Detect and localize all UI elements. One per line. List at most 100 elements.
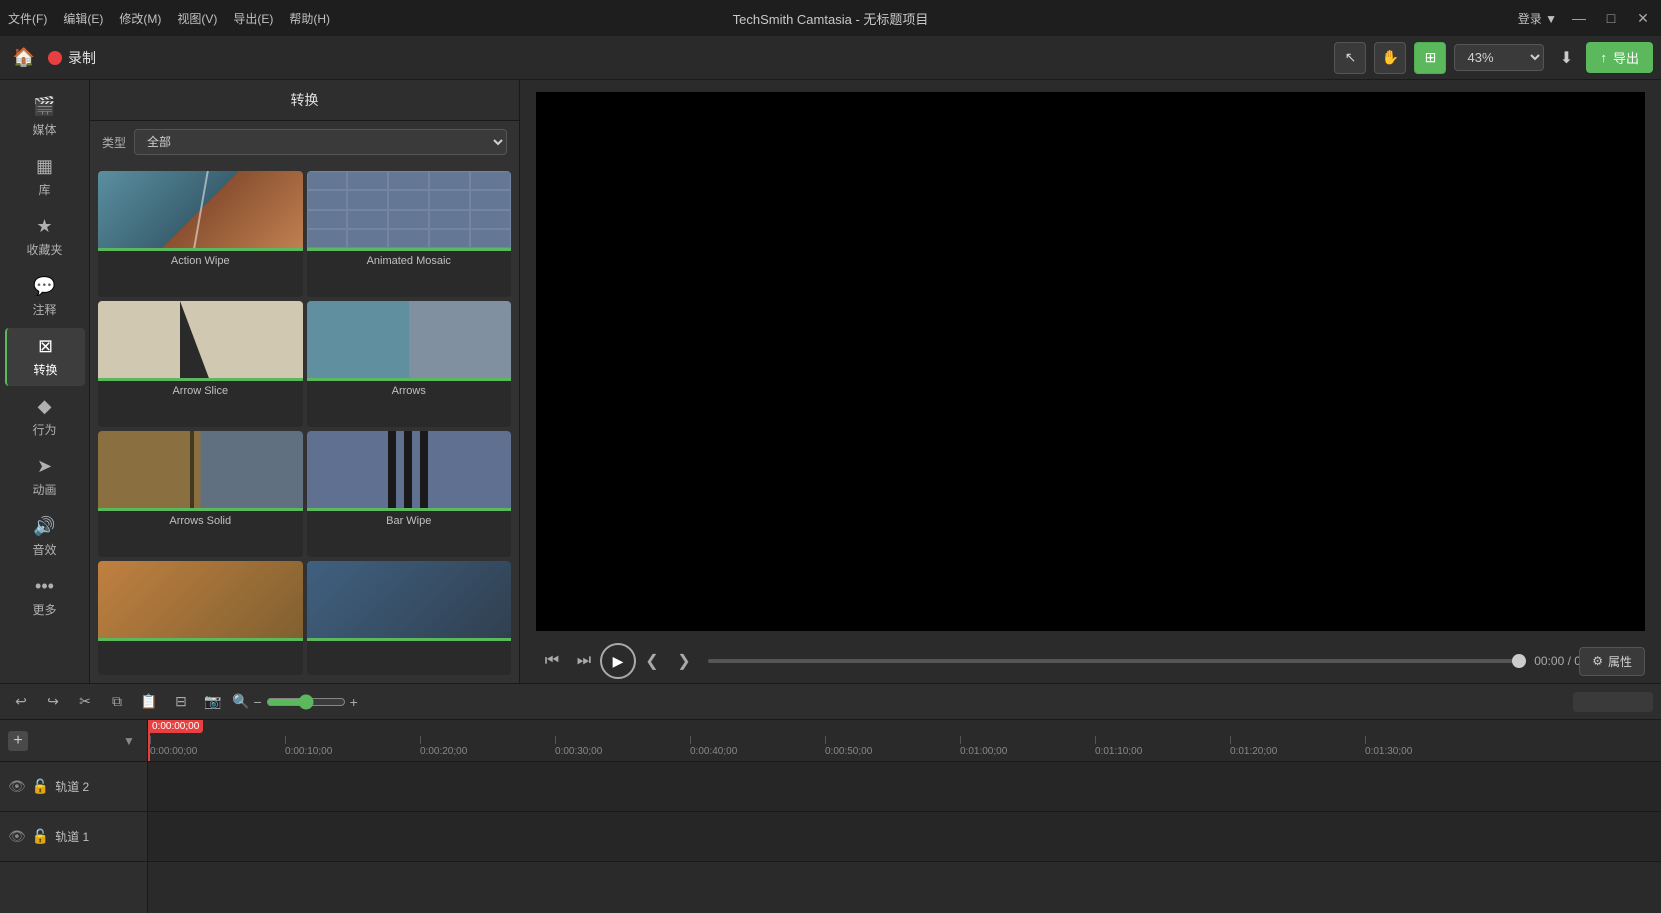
- menu-file[interactable]: 文件(F): [8, 10, 47, 27]
- transition-label-action-wipe: Action Wipe: [98, 251, 303, 271]
- sidebar-item-transitions[interactable]: ⊠ 转换: [5, 328, 85, 386]
- timeline-ruler: 0:00:00;00 0:00:00;000:00:10;000:00:20;0…: [148, 720, 1661, 762]
- window-title: TechSmith Camtasia - 无标题项目: [733, 9, 929, 28]
- timeline-content: + ▼ 👁 🔓 轨道 2 👁 🔓 轨道 1 0:00:00;00: [0, 720, 1661, 913]
- transition-item-action-wipe[interactable]: Action Wipe: [98, 171, 303, 297]
- transition-thumb-bar-wipe: [307, 431, 512, 511]
- play-button[interactable]: ▶: [600, 643, 636, 679]
- transition-item-arrow-slice[interactable]: Arrow Slice: [98, 301, 303, 427]
- collapse-button[interactable]: ▼: [119, 731, 139, 751]
- properties-button[interactable]: ⚙ 属性: [1579, 647, 1645, 676]
- ruler-mark: 0:00:50;00: [825, 736, 872, 757]
- type-filter-select[interactable]: 全部 基本: [134, 129, 507, 155]
- sidebar-item-audio[interactable]: 🔊 音效: [5, 508, 85, 566]
- transition-thumb-arrows-solid: [98, 431, 303, 511]
- properties-label: 属性: [1608, 653, 1632, 670]
- zoom-search-icon: 🔍: [232, 693, 249, 710]
- record-button[interactable]: 录制: [48, 48, 96, 68]
- track-label-1: 👁 🔓 轨道 1: [0, 812, 147, 862]
- menu-help[interactable]: 帮助(H): [289, 10, 330, 27]
- rewind-button[interactable]: ⏮: [536, 645, 568, 677]
- more-icon: •••: [35, 576, 54, 597]
- track1-lock-icon[interactable]: 🔓: [32, 828, 49, 845]
- zoom-selector[interactable]: 43% 50% 75% 100%: [1454, 44, 1544, 71]
- crop-tool-button[interactable]: ⊞: [1414, 42, 1446, 74]
- sidebar-item-behaviors[interactable]: ◆ 行为: [5, 388, 85, 446]
- track2-name: 轨道 2: [55, 778, 89, 795]
- timeline-scrollbar[interactable]: [1573, 692, 1653, 712]
- hand-tool-button[interactable]: ✋: [1374, 42, 1406, 74]
- ruler-mark: 0:01:10;00: [1095, 736, 1142, 757]
- transition-item-bar-wipe[interactable]: Bar Wipe: [307, 431, 512, 557]
- transition-item-extra1[interactable]: [98, 561, 303, 675]
- sidebar-label-media: 媒体: [32, 121, 56, 138]
- sidebar-item-media[interactable]: 🎬 媒体: [5, 88, 85, 146]
- sidebar-label-transitions: 转换: [33, 361, 57, 378]
- track-row-1[interactable]: [148, 812, 1661, 862]
- minimize-button[interactable]: —: [1569, 8, 1589, 28]
- sidebar-item-more[interactable]: ••• 更多: [5, 568, 85, 626]
- transition-item-animated-mosaic[interactable]: Animated Mosaic: [307, 171, 512, 297]
- behaviors-icon: ◆: [38, 396, 52, 417]
- close-button[interactable]: ✕: [1633, 8, 1653, 28]
- undo-button[interactable]: ↩: [8, 689, 34, 715]
- transition-item-arrows[interactable]: Arrows: [307, 301, 512, 427]
- prev-frame-button[interactable]: ❮: [636, 645, 668, 677]
- preview-controls-wrapper: ⏮ ⏭ ▶ ❮ ❯ 00:00 / 00:00 30 fps ⚙ 属性: [520, 639, 1661, 683]
- ruler-mark: 0:01:30;00: [1365, 736, 1412, 757]
- step-back-button[interactable]: ⏭: [568, 645, 600, 677]
- track-row-2[interactable]: [148, 762, 1661, 812]
- zoom-slider: 🔍 − +: [232, 693, 358, 710]
- snapshot-button[interactable]: 📷: [200, 689, 226, 715]
- arrow-tool-button[interactable]: ↖: [1334, 42, 1366, 74]
- track2-lock-icon[interactable]: 🔓: [32, 778, 49, 795]
- zoom-plus[interactable]: +: [350, 694, 358, 710]
- maximize-button[interactable]: □: [1601, 8, 1621, 28]
- download-button[interactable]: ⬇: [1552, 44, 1580, 72]
- sidebar-item-favorites[interactable]: ★ 收藏夹: [5, 208, 85, 266]
- zoom-range[interactable]: [266, 694, 346, 710]
- export-button[interactable]: ↑ 导出: [1586, 42, 1653, 73]
- home-button[interactable]: 🏠: [8, 42, 40, 74]
- timeline-tracks: 0:00:00;00 0:00:00;000:00:10;000:00:20;0…: [148, 720, 1661, 913]
- timeline-area: ↩ ↪ ✂ ⧉ 📋 ⊟ 📷 🔍 − + + ▼ 👁 🔓: [0, 683, 1661, 913]
- sidebar-item-library[interactable]: ▦ 库: [5, 148, 85, 206]
- sidebar-label-annotations: 注释: [32, 301, 56, 318]
- transition-item-extra2[interactable]: [307, 561, 512, 675]
- menu-view[interactable]: 视图(V): [177, 10, 217, 27]
- menu-export[interactable]: 导出(E): [233, 10, 273, 27]
- track1-visibility-icon[interactable]: 👁: [8, 828, 26, 845]
- transition-label-arrow-slice: Arrow Slice: [98, 381, 303, 401]
- menu-bar: 文件(F) 编辑(E) 修改(M) 视图(V) 导出(E) 帮助(H): [8, 10, 330, 27]
- sidebar-label-audio: 音效: [32, 541, 56, 558]
- main-toolbar: 🏠 录制 ↖ ✋ ⊞ 43% 50% 75% 100% ⬇ ↑ 导出: [0, 36, 1661, 80]
- transitions-grid: Action Wipe Animated Mosaic Arrow Slice: [90, 163, 519, 683]
- menu-edit[interactable]: 编辑(E): [63, 10, 103, 27]
- paste-button[interactable]: 📋: [136, 689, 162, 715]
- progress-bar[interactable]: [708, 659, 1526, 663]
- media-icon: 🎬: [33, 96, 55, 117]
- ruler-mark: 0:00:40;00: [690, 736, 737, 757]
- annotations-icon: 💬: [33, 276, 55, 297]
- main-area: 🎬 媒体 ▦ 库 ★ 收藏夹 💬 注释 ⊠ 转换 ◆ 行为 ➤ 动画 🔊: [0, 80, 1661, 683]
- transition-thumb-arrows: [307, 301, 512, 381]
- transition-item-arrows-solid[interactable]: Arrows Solid: [98, 431, 303, 557]
- filter-label: 类型: [102, 134, 126, 151]
- menu-modify[interactable]: 修改(M): [119, 10, 161, 27]
- add-track-button[interactable]: +: [8, 731, 28, 751]
- transition-thumb-arrow-slice: [98, 301, 303, 381]
- copy-button[interactable]: ⧉: [104, 689, 130, 715]
- cut-button[interactable]: ✂: [72, 689, 98, 715]
- next-frame-button[interactable]: ❯: [668, 645, 700, 677]
- split-view-button[interactable]: ⊟: [168, 689, 194, 715]
- ruler-marks: 0:00:00;000:00:10;000:00:20;000:00:30;00…: [148, 720, 1661, 757]
- sidebar-item-annotations[interactable]: 💬 注释: [5, 268, 85, 326]
- preview-canvas: [536, 92, 1645, 631]
- login-link[interactable]: 登录 ▼: [1518, 10, 1557, 27]
- zoom-minus[interactable]: −: [253, 694, 261, 710]
- track2-visibility-icon[interactable]: 👁: [8, 778, 26, 795]
- window-controls: 登录 ▼ — □ ✕: [1518, 8, 1653, 28]
- redo-button[interactable]: ↪: [40, 689, 66, 715]
- sidebar-item-animations[interactable]: ➤ 动画: [5, 448, 85, 506]
- favorites-icon: ★: [36, 216, 52, 237]
